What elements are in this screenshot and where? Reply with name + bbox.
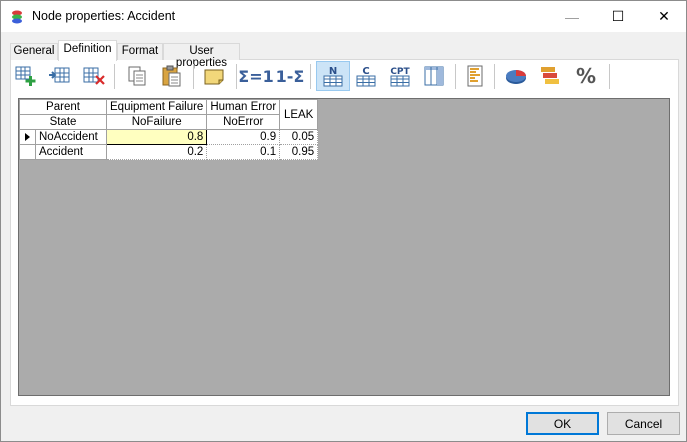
add-row-icon [15, 66, 36, 86]
pie-chart-button[interactable] [503, 63, 529, 89]
toolbar-separator [193, 64, 194, 89]
insert-row-button[interactable] [47, 63, 73, 89]
cpt-view-icon: CPT [390, 67, 411, 87]
probability-cell[interactable]: 0.2 [105, 144, 208, 160]
column-view-button[interactable] [421, 63, 447, 89]
noisy-max-view-button[interactable]: N [316, 61, 350, 91]
probability-cell[interactable]: 0.9 [206, 129, 281, 145]
bar-chart-button[interactable] [463, 63, 489, 89]
tab-general[interactable]: General [10, 43, 58, 60]
percent-icon: % [575, 64, 597, 88]
state-header-row: State NoFailure NoError [19, 114, 318, 130]
maximize-button[interactable]: ☐ [595, 1, 641, 32]
toolbar-separator [455, 64, 456, 89]
leak-cell[interactable]: 0.05 [279, 129, 319, 145]
table-row: NoAccident 0.8 0.9 0.05 [19, 129, 319, 145]
delete-row-icon [83, 67, 105, 85]
parent-header-label: Parent [19, 99, 107, 115]
percent-button[interactable]: % [571, 63, 601, 89]
parent-name-header[interactable]: Equipment Failure [105, 99, 208, 115]
noisy-max-view-icon: N [323, 66, 343, 87]
compound-view-icon: C [356, 66, 376, 87]
tab-format[interactable]: Format [117, 43, 163, 60]
tab-definition[interactable]: Definition [58, 40, 117, 61]
close-icon: ✕ [658, 8, 670, 24]
minimize-icon: — [565, 8, 579, 25]
node-properties-dialog: Node properties: Accident — ☐ ✕ General … [0, 0, 687, 442]
paste-button[interactable] [159, 63, 185, 89]
pie-chart-icon [506, 70, 526, 84]
row-selector[interactable] [19, 129, 36, 145]
cancel-button[interactable]: Cancel [607, 412, 680, 435]
compound-view-button[interactable]: C [353, 63, 379, 89]
close-button[interactable]: ✕ [641, 1, 687, 32]
row-selector[interactable] [19, 144, 36, 160]
tab-user-properties[interactable]: User properties [163, 43, 240, 69]
complement-icon: 1-Σ [275, 66, 305, 86]
probability-cell[interactable]: 0.1 [206, 144, 281, 160]
minimize-button[interactable]: — [549, 1, 595, 32]
state-name-cell[interactable]: Accident [35, 144, 107, 160]
state-name-cell[interactable]: NoAccident [35, 129, 107, 145]
copy-icon [128, 66, 146, 86]
probability-cell[interactable]: 0.8 [105, 129, 208, 145]
table-row: Accident 0.2 0.1 0.95 [19, 144, 319, 160]
toolbar-separator [310, 64, 311, 89]
leak-header: LEAK [279, 99, 319, 130]
stacked-bar-icon [541, 67, 559, 84]
normalize-icon: Σ=1 [238, 66, 274, 86]
noisy-max-view-label: N [329, 66, 337, 77]
cpt-view-button[interactable]: CPT [387, 63, 413, 89]
complement-button[interactable]: 1-Σ [275, 63, 305, 89]
toolbar-separator [236, 64, 237, 89]
column-view-icon [424, 66, 444, 86]
parent-state-header[interactable]: NoError [206, 114, 281, 130]
parent-name-header[interactable]: Human Error [206, 99, 281, 115]
app-icon [12, 10, 22, 24]
toolbar-separator [114, 64, 115, 89]
definition-grid: Parent Equipment Failure Human Error LEA… [18, 98, 670, 396]
delete-row-button[interactable] [81, 63, 107, 89]
compound-view-label: C [362, 66, 369, 77]
stacked-bar-button[interactable] [537, 63, 563, 89]
add-row-button[interactable] [13, 63, 39, 89]
leak-cell[interactable]: 0.95 [279, 144, 319, 160]
paste-icon [162, 65, 181, 87]
parent-state-header[interactable]: NoFailure [105, 114, 208, 130]
parent-header-row: Parent Equipment Failure Human Error LEA… [19, 99, 319, 130]
bar-chart-icon [467, 65, 483, 87]
title-bar: Node properties: Accident — ☐ ✕ [1, 1, 686, 32]
note-button[interactable] [201, 63, 227, 89]
insert-row-icon [49, 67, 70, 83]
toolbar-separator [609, 64, 610, 89]
current-row-icon [25, 133, 30, 141]
window-title: Node properties: Accident [32, 9, 176, 23]
cpt-table: Parent Equipment Failure Human Error LEA… [19, 99, 319, 160]
note-icon [204, 69, 224, 85]
normalize-button[interactable]: Σ=1 [238, 63, 274, 89]
maximize-icon: ☐ [611, 8, 625, 24]
state-header-label: State [19, 114, 107, 130]
copy-button[interactable] [125, 63, 151, 89]
toolbar-separator [494, 64, 495, 89]
ok-button[interactable]: OK [526, 412, 599, 435]
